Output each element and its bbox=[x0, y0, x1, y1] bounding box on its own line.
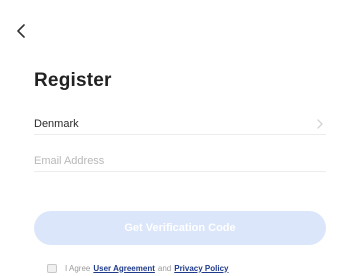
email-row bbox=[34, 150, 326, 172]
user-agreement-link[interactable]: User Agreement bbox=[93, 264, 155, 273]
and-text: and bbox=[157, 263, 172, 273]
agree-checkbox[interactable] bbox=[47, 263, 57, 273]
agreement-row: I Agree User Agreement and Privacy Polic… bbox=[47, 262, 229, 274]
register-screen: Register Denmark Get Verification Code I… bbox=[0, 0, 348, 276]
get-verification-code-button[interactable]: Get Verification Code bbox=[34, 211, 326, 245]
country-value: Denmark bbox=[34, 117, 79, 130]
back-button[interactable] bbox=[10, 22, 32, 44]
email-input[interactable] bbox=[34, 154, 326, 167]
agree-text: I Agree bbox=[65, 263, 91, 273]
privacy-policy-link[interactable]: Privacy Policy bbox=[174, 264, 228, 273]
chevron-right-icon bbox=[314, 118, 326, 130]
page-title: Register bbox=[34, 70, 112, 91]
chevron-left-icon bbox=[16, 23, 26, 43]
country-selector[interactable]: Denmark bbox=[34, 113, 326, 135]
